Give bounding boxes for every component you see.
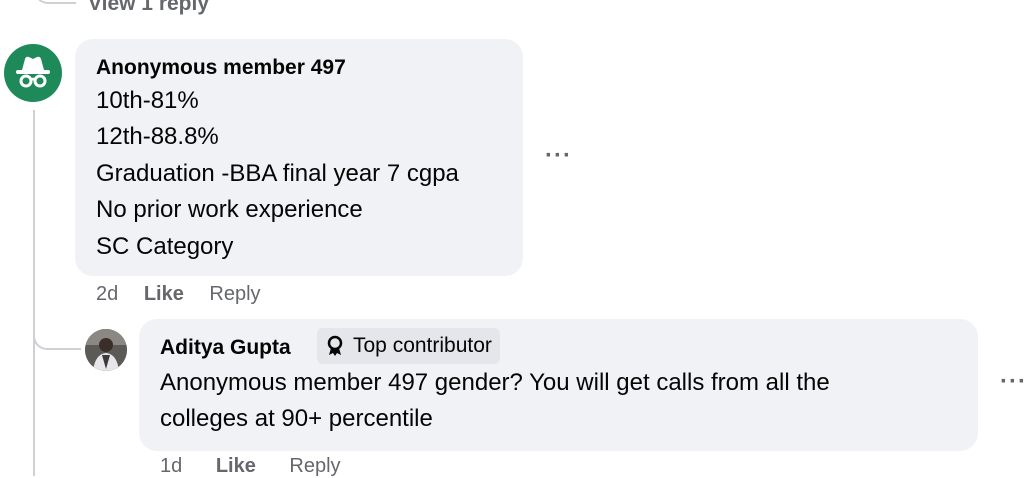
comment-text-line: Anonymous member 497 gender? You will ge…: [160, 369, 830, 396]
comment-meta: 1d Like Reply: [160, 455, 341, 478]
top-contributor-badge[interactable]: Top contributor: [317, 328, 500, 364]
like-button[interactable]: Like: [216, 455, 256, 477]
anonymous-avatar[interactable]: [4, 44, 62, 102]
comment-text-line: SC Category: [96, 233, 234, 260]
profile-photo: [85, 329, 127, 371]
comment-text-line: No prior work experience: [96, 196, 363, 223]
comment-text-line: 10th-81%: [96, 87, 199, 114]
comment-timestamp[interactable]: 1d: [160, 455, 182, 477]
thread-line-main: [33, 110, 35, 476]
user-avatar[interactable]: [85, 329, 127, 371]
reply-button[interactable]: Reply: [209, 283, 260, 305]
award-icon: [327, 335, 343, 356]
view-replies-link[interactable]: View 1 reply: [88, 0, 209, 16]
like-button[interactable]: Like: [144, 283, 184, 305]
comment-text-line: 12th-88.8%: [96, 123, 219, 150]
more-options-button[interactable]: ···: [1000, 368, 1024, 396]
more-options-button[interactable]: ···: [545, 142, 572, 170]
incognito-icon: [16, 56, 50, 88]
badge-label: Top contributor: [353, 334, 492, 357]
comment-author[interactable]: Aditya Gupta: [160, 336, 291, 360]
comment-timestamp[interactable]: 2d: [96, 283, 118, 305]
comment-text-line: colleges at 90+ percentile: [160, 405, 433, 432]
comment-text-line: Graduation -BBA final year 7 cgpa: [96, 160, 459, 187]
comment-author[interactable]: Anonymous member 497: [96, 56, 346, 80]
comment-meta: 2d Like Reply: [96, 283, 261, 306]
thread-connector-reply: [33, 320, 81, 350]
reply-button[interactable]: Reply: [289, 455, 340, 477]
thread-connector-top: [34, 0, 76, 4]
